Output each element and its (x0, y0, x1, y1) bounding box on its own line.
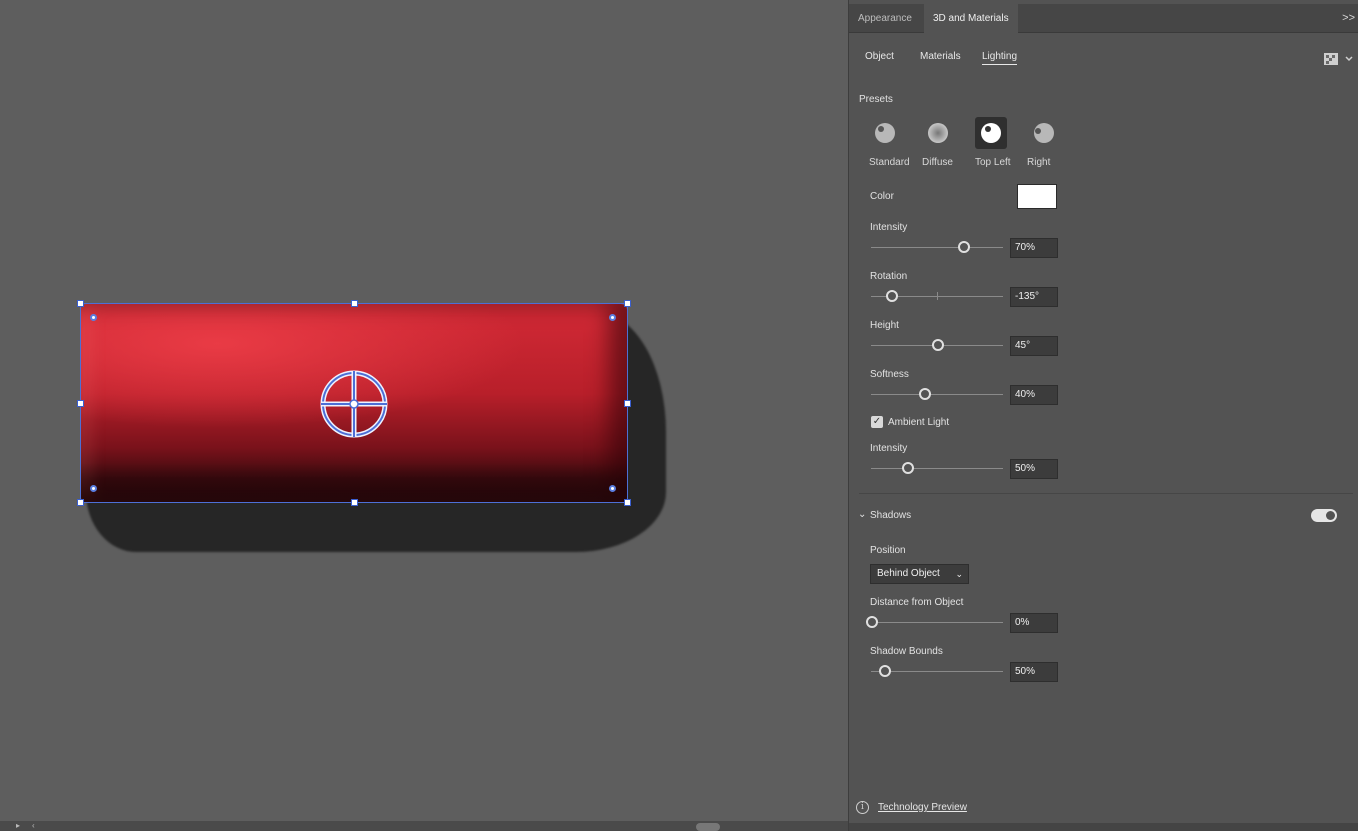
shadow-bounds-field[interactable]: 50% (1010, 662, 1058, 682)
corner-widget-top-left[interactable] (90, 314, 97, 321)
resize-handle-right[interactable] (624, 400, 631, 407)
height-field[interactable]: 45° (1010, 336, 1058, 356)
preset-right[interactable] (1028, 117, 1060, 149)
resize-handle-top[interactable] (351, 300, 358, 307)
double-chevron-right-icon[interactable]: >> (1342, 4, 1355, 33)
height-label: Height (870, 320, 899, 331)
preset-right-label: Right (1027, 157, 1051, 168)
panel-bottom-bar (849, 823, 1358, 831)
resize-handle-left[interactable] (77, 400, 84, 407)
canvas-status-bar: ▸ ‹ (0, 821, 848, 831)
standard-light-icon (875, 123, 895, 143)
light-color-swatch[interactable] (1017, 184, 1057, 209)
render-settings-icon[interactable] (1324, 52, 1354, 66)
softness-label: Softness (870, 369, 909, 380)
height-slider-thumb[interactable] (932, 339, 944, 351)
section-divider (859, 493, 1353, 494)
tab-3d-and-materials[interactable]: 3D and Materials (924, 4, 1018, 33)
3d-rotation-widget-icon[interactable] (320, 370, 388, 438)
intensity-label: Intensity (870, 222, 908, 233)
chevron-down-icon[interactable]: ⌄ (858, 509, 866, 520)
rotation-slider-thumb[interactable] (885, 290, 898, 302)
shadows-toggle[interactable] (1311, 509, 1337, 522)
resize-handle-bottom-left[interactable] (77, 499, 84, 506)
preset-diffuse-label: Diffuse (922, 157, 953, 168)
ambient-intensity-slider-thumb[interactable] (901, 462, 914, 474)
horizontal-scrollbar[interactable] (696, 823, 720, 831)
presets-label: Presets (859, 94, 893, 105)
corner-widget-bottom-left[interactable] (90, 485, 97, 492)
shadow-position-value: Behind Object (877, 568, 940, 579)
rotation-label: Rotation (870, 271, 908, 282)
distance-label: Distance from Object (870, 597, 964, 608)
ambient-intensity-field[interactable]: 50% (1010, 459, 1058, 479)
subtab-object[interactable]: Object (865, 51, 894, 62)
intensity-slider-thumb[interactable] (958, 241, 971, 253)
shadow-position-dropdown[interactable]: Behind Object ⌄ (870, 564, 969, 584)
preset-top-left[interactable] (975, 117, 1007, 149)
corner-widget-top-right[interactable] (609, 314, 616, 321)
top-left-light-icon (981, 123, 1001, 143)
shadow-bounds-label: Shadow Bounds (870, 646, 943, 657)
rotation-center-tick (937, 292, 938, 300)
ambient-intensity-slider-track[interactable] (871, 468, 1003, 469)
position-label: Position (870, 545, 906, 556)
resize-handle-top-right[interactable] (624, 300, 631, 307)
panel-tab-bar: Appearance 3D and Materials >> (849, 4, 1358, 33)
right-light-icon (1034, 123, 1054, 143)
resize-handle-bottom-right[interactable] (624, 499, 631, 506)
artboard-canvas[interactable]: ▸ ‹ (0, 0, 848, 831)
ambient-light-label: Ambient Light (888, 417, 950, 428)
subtab-lighting[interactable]: Lighting (982, 51, 1018, 65)
chevron-down-icon: ⌄ (955, 569, 963, 579)
tab-appearance[interactable]: Appearance (849, 4, 921, 33)
softness-field[interactable]: 40% (1010, 385, 1058, 405)
preset-standard[interactable] (869, 117, 901, 149)
subtab-materials[interactable]: Materials (920, 51, 961, 62)
color-label: Color (870, 191, 894, 202)
distance-field[interactable]: 0% (1010, 613, 1058, 633)
resize-handle-top-left[interactable] (77, 300, 84, 307)
3d-object-group[interactable] (0, 0, 848, 831)
toggle-knob (1326, 511, 1335, 520)
shadow-bounds-slider-thumb[interactable] (879, 665, 892, 677)
preset-top-left-label: Top Left (975, 157, 1011, 168)
resize-handle-bottom[interactable] (351, 499, 358, 506)
ambient-intensity-label: Intensity (870, 443, 908, 454)
play-icon[interactable]: ▸ (16, 821, 20, 831)
preset-diffuse[interactable] (922, 117, 954, 149)
ambient-light-checkbox[interactable]: ✓ (871, 416, 883, 428)
shadows-section-label[interactable]: Shadows (870, 510, 911, 521)
properties-panel: Appearance 3D and Materials >> Object Ma… (848, 0, 1358, 831)
chevron-left-icon[interactable]: ‹ (32, 821, 35, 831)
technology-preview-link[interactable]: Technology Preview (878, 802, 967, 813)
softness-slider-thumb[interactable] (918, 388, 931, 400)
info-icon[interactable]: i (856, 801, 869, 814)
diffuse-light-icon (928, 123, 948, 143)
distance-slider-track[interactable] (871, 622, 1003, 623)
distance-slider-thumb[interactable] (866, 616, 878, 628)
rotation-field[interactable]: -135° (1010, 287, 1058, 307)
intensity-slider-track[interactable] (871, 247, 1003, 248)
corner-widget-bottom-right[interactable] (609, 485, 616, 492)
softness-slider-track[interactable] (871, 394, 1003, 395)
intensity-field[interactable]: 70% (1010, 238, 1058, 258)
preset-standard-label: Standard (869, 157, 910, 168)
